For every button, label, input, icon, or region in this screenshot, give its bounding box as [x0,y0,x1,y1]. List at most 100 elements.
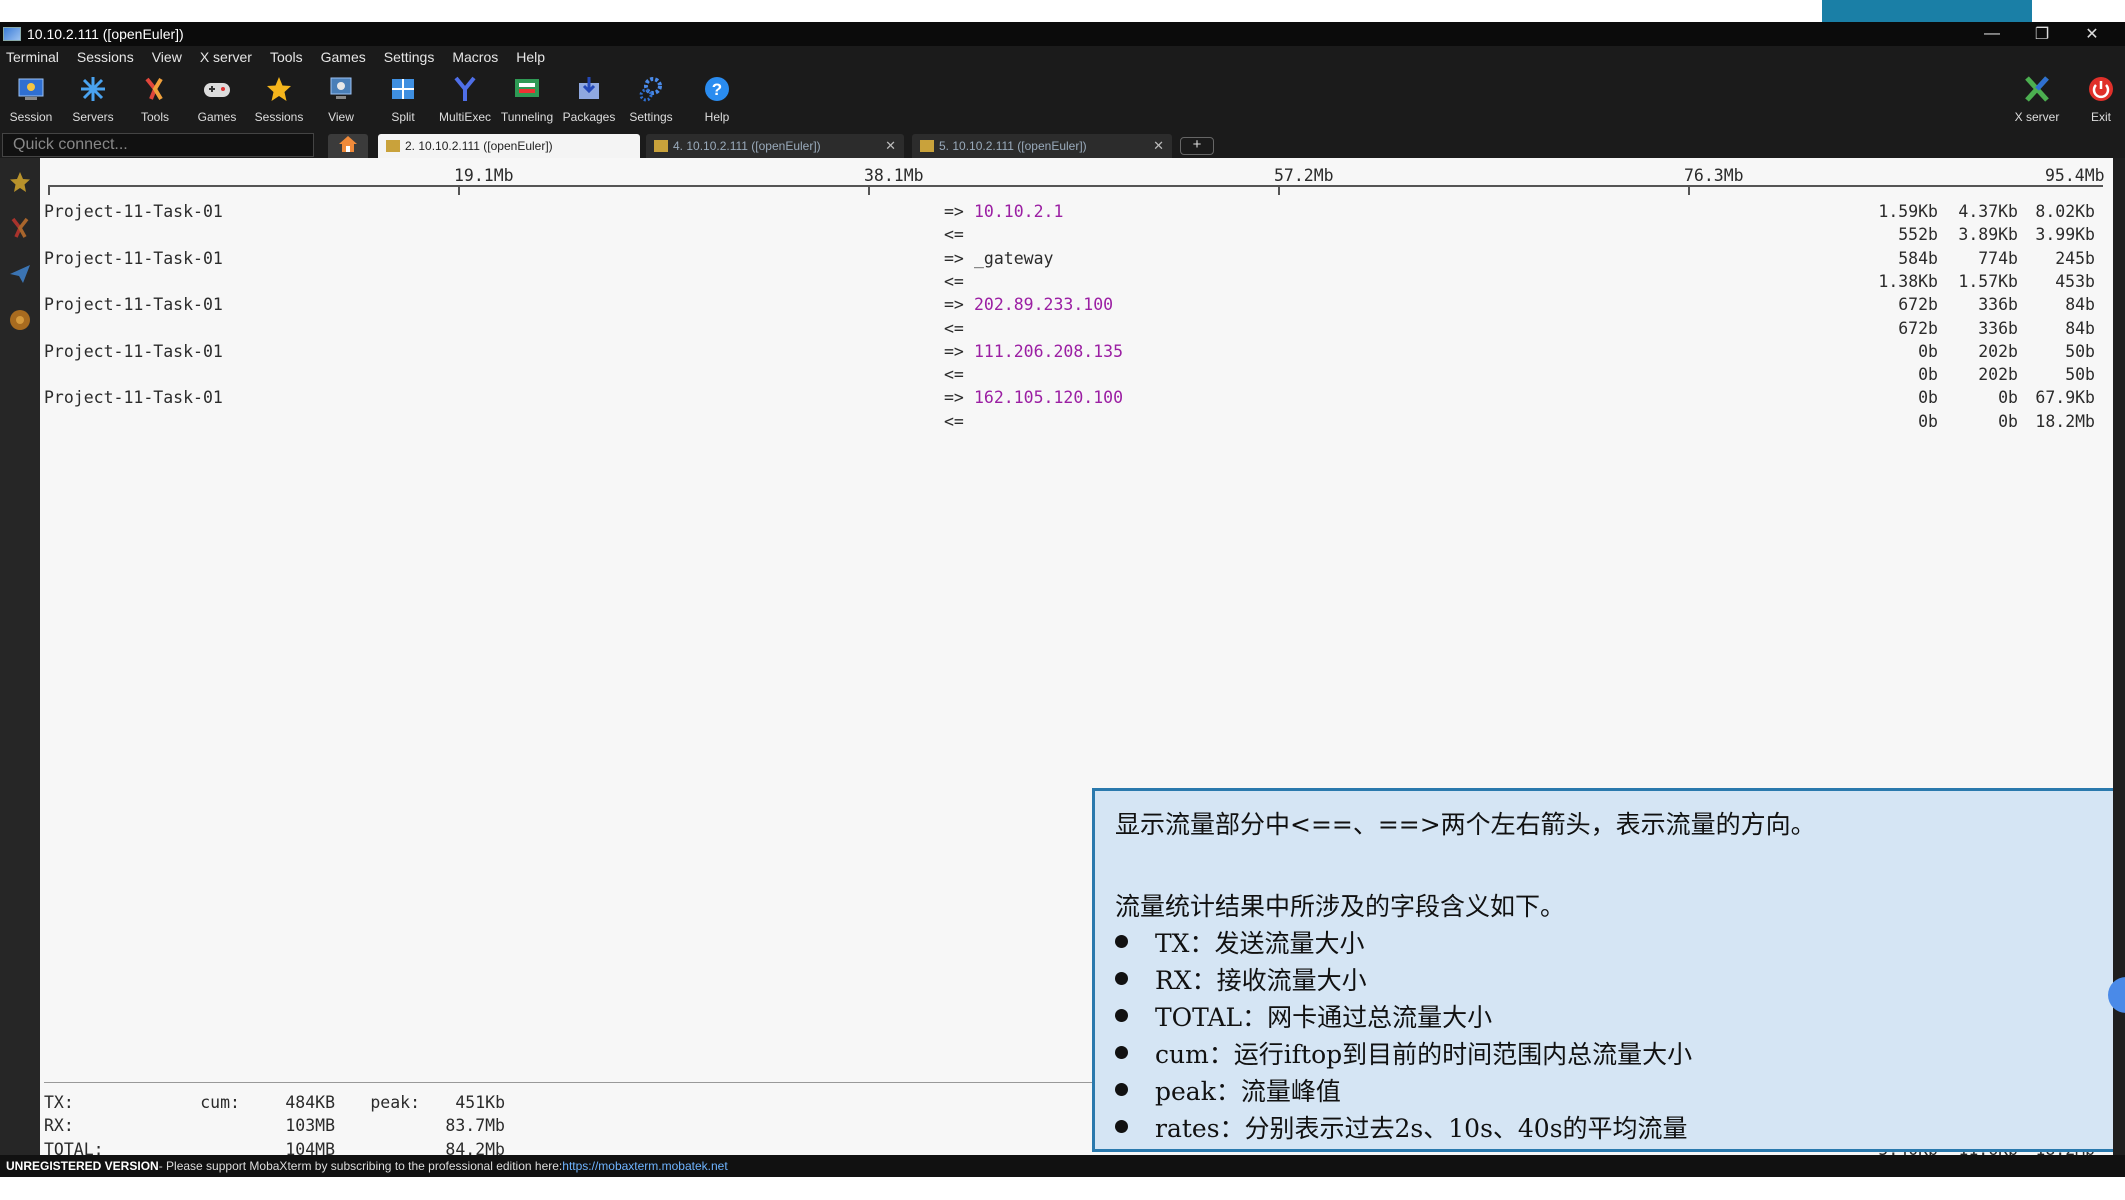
menu-sessions[interactable]: Sessions [77,49,134,65]
flow-peer: 111.206.208.135 [974,341,1124,361]
callout-bullet-text: peak：流量峰值 [1155,1077,1341,1106]
direction-in: <= [944,365,964,385]
direction-out: => [944,248,964,268]
window-controls: — ❐ ✕ [1967,22,2117,46]
peak-value: 83.7Mb [445,1116,505,1136]
close-icon[interactable]: ✕ [885,138,896,154]
tx-rate: 50b [2065,341,2095,361]
menu-games[interactable]: Games [321,49,366,65]
rx-rate: 336b [1978,318,2018,338]
toolbar-sessions-label: Sessions [254,110,304,124]
send-icon [8,262,32,291]
flow-host: Project-11-Task-01 [44,202,223,221]
cum-value: 484KB [285,1093,335,1112]
menu-settings[interactable]: Settings [384,49,435,65]
totals-label: RX: [44,1116,74,1136]
annotation-callout: 显示流量部分中<==、==>两个左右箭头，表示流量的方向。 流量统计结果中所涉及… [1092,788,2125,1152]
peak-value: 451Kb [455,1093,505,1112]
scale-label: 95.4Mb [2045,166,2105,185]
status-message: - Please support MobaXterm by subscribin… [158,1159,563,1173]
rx-rate: 3.89Kb [1958,225,2018,245]
toolbar-split-label: Split [391,110,415,124]
tab-session-4[interactable]: 4. 10.10.2.111 ([openEuler]) ✕ [646,134,904,158]
direction-out: => [944,388,964,408]
bandwidth-scale: 19.1Mb 38.1Mb 57.2Mb 76.3Mb 95.4Mb [40,166,2113,186]
scale-tick [48,185,50,195]
menu-help[interactable]: Help [516,49,545,65]
minimize-button[interactable]: — [1967,22,2017,46]
close-button[interactable]: ✕ [2067,22,2117,46]
close-icon[interactable]: ✕ [1153,138,1164,154]
flow-peer: 162.105.120.100 [974,388,1124,408]
flow-row-in: <= 1.38Kb 1.57Kb 453b [40,272,2113,295]
left-sidebar [0,158,40,1155]
flow-row-out: Project-11-Task-01 => _gateway 584b 774b 245b [40,249,2113,272]
tx-rate: 202b [1978,341,2018,361]
tx-rate: 8.02Kb [2035,202,2095,221]
rx-rate: 18.2Mb [2035,411,2095,431]
flow-row-out: Project-11-Task-01 => 10.10.2.1 1.59Kb 4.37K… [40,202,2113,225]
toolbar-games-label: Games [197,110,237,124]
tools-icon [140,74,170,104]
flow-peer: 10.10.2.1 [974,202,1064,221]
cum-label: cum: [200,1093,240,1112]
scale-tick [458,185,460,195]
tx-rate: 0b [1998,388,2018,408]
menu-macros[interactable]: Macros [452,49,498,65]
direction-out: => [944,202,964,221]
tab-session-5[interactable]: 5. 10.10.2.111 ([openEuler]) ✕ [912,134,1172,158]
add-tab-button[interactable]: + [1180,137,1214,155]
restore-button[interactable]: ❐ [2017,22,2067,46]
rx-rate: 1.38Kb [1878,271,1938,291]
rx-rate: 3.99Kb [2035,225,2095,245]
screen: 10.10.2.111 ([openEuler]) — ❐ ✕ Terminal… [0,0,2125,1200]
flow-host: Project-11-Task-01 [44,295,223,315]
sidebar-tools-button[interactable] [3,210,37,250]
tx-rate: 245b [2055,248,2095,268]
flow-row-in: <= 552b 3.89Kb 3.99Kb [40,225,2113,248]
tx-rate: 672b [1898,295,1938,315]
flow-row-out: Project-11-Task-01 => 202.89.233.100 672b 33… [40,295,2113,318]
mobatek-link[interactable]: https://mobaxterm.mobatek.net [562,1159,727,1173]
home-icon [338,135,358,158]
home-tab[interactable] [328,134,368,158]
flow-host: Project-11-Task-01 [44,388,223,408]
toolbar-tools-label: Tools [140,110,169,124]
menu-view[interactable]: View [152,49,182,65]
sidebar-sftp-button[interactable] [3,256,37,296]
rx-rate: 0b [1918,411,1938,431]
toolbar-exit-label: Exit [2090,110,2111,124]
terminal-iftop[interactable]: 19.1Mb 38.1Mb 57.2Mb 76.3Mb 95.4Mb Proje… [40,158,2125,1159]
split-icon [388,74,418,104]
toolbar-multiexec-label: MultiExec [438,110,491,124]
scale-tick [868,185,870,195]
callout-bullet-text: TOTAL：网卡通过总流量大小 [1155,1003,1493,1032]
scale-tick [1278,185,1280,195]
bullet-dot [1115,1046,1128,1059]
tab-session-2[interactable]: 2. 10.10.2.111 ([openEuler]) [378,134,640,158]
games-icon [202,74,232,104]
flow-peer: _gateway [974,248,1054,268]
direction-in: <= [944,271,964,291]
menu-tools[interactable]: Tools [270,49,303,65]
status-bar: UNREGISTERED VERSION - Please support Mo… [0,1155,2125,1177]
callout-bullet-text: cum：运行iftop到目前的时间范围内总流量大小 [1155,1040,1693,1069]
callout-bullet-text: rates：分别表示过去2s、10s、40s的平均流量 [1155,1114,1688,1143]
toolbar-packages-label: Packages [562,110,616,124]
direction-out: => [944,341,964,361]
menu-terminal[interactable]: Terminal [6,49,59,65]
scale-label: 19.1Mb [454,166,514,185]
rx-rate: 84b [2065,318,2095,338]
star-icon [8,170,32,199]
direction-in: <= [944,225,964,245]
scale-label: 76.3Mb [1684,166,1744,185]
scale-label: 38.1Mb [864,166,924,185]
menu-x-server[interactable]: X server [200,49,252,65]
sidebar-sessions-button[interactable] [3,164,37,204]
cum-value: 103MB [285,1116,335,1136]
terminal-tab-icon [654,140,668,152]
quick-connect-input[interactable]: Quick connect... [2,133,314,157]
star-icon [264,74,294,104]
rx-rate: 50b [2065,365,2095,385]
sidebar-macros-button[interactable] [3,302,37,342]
